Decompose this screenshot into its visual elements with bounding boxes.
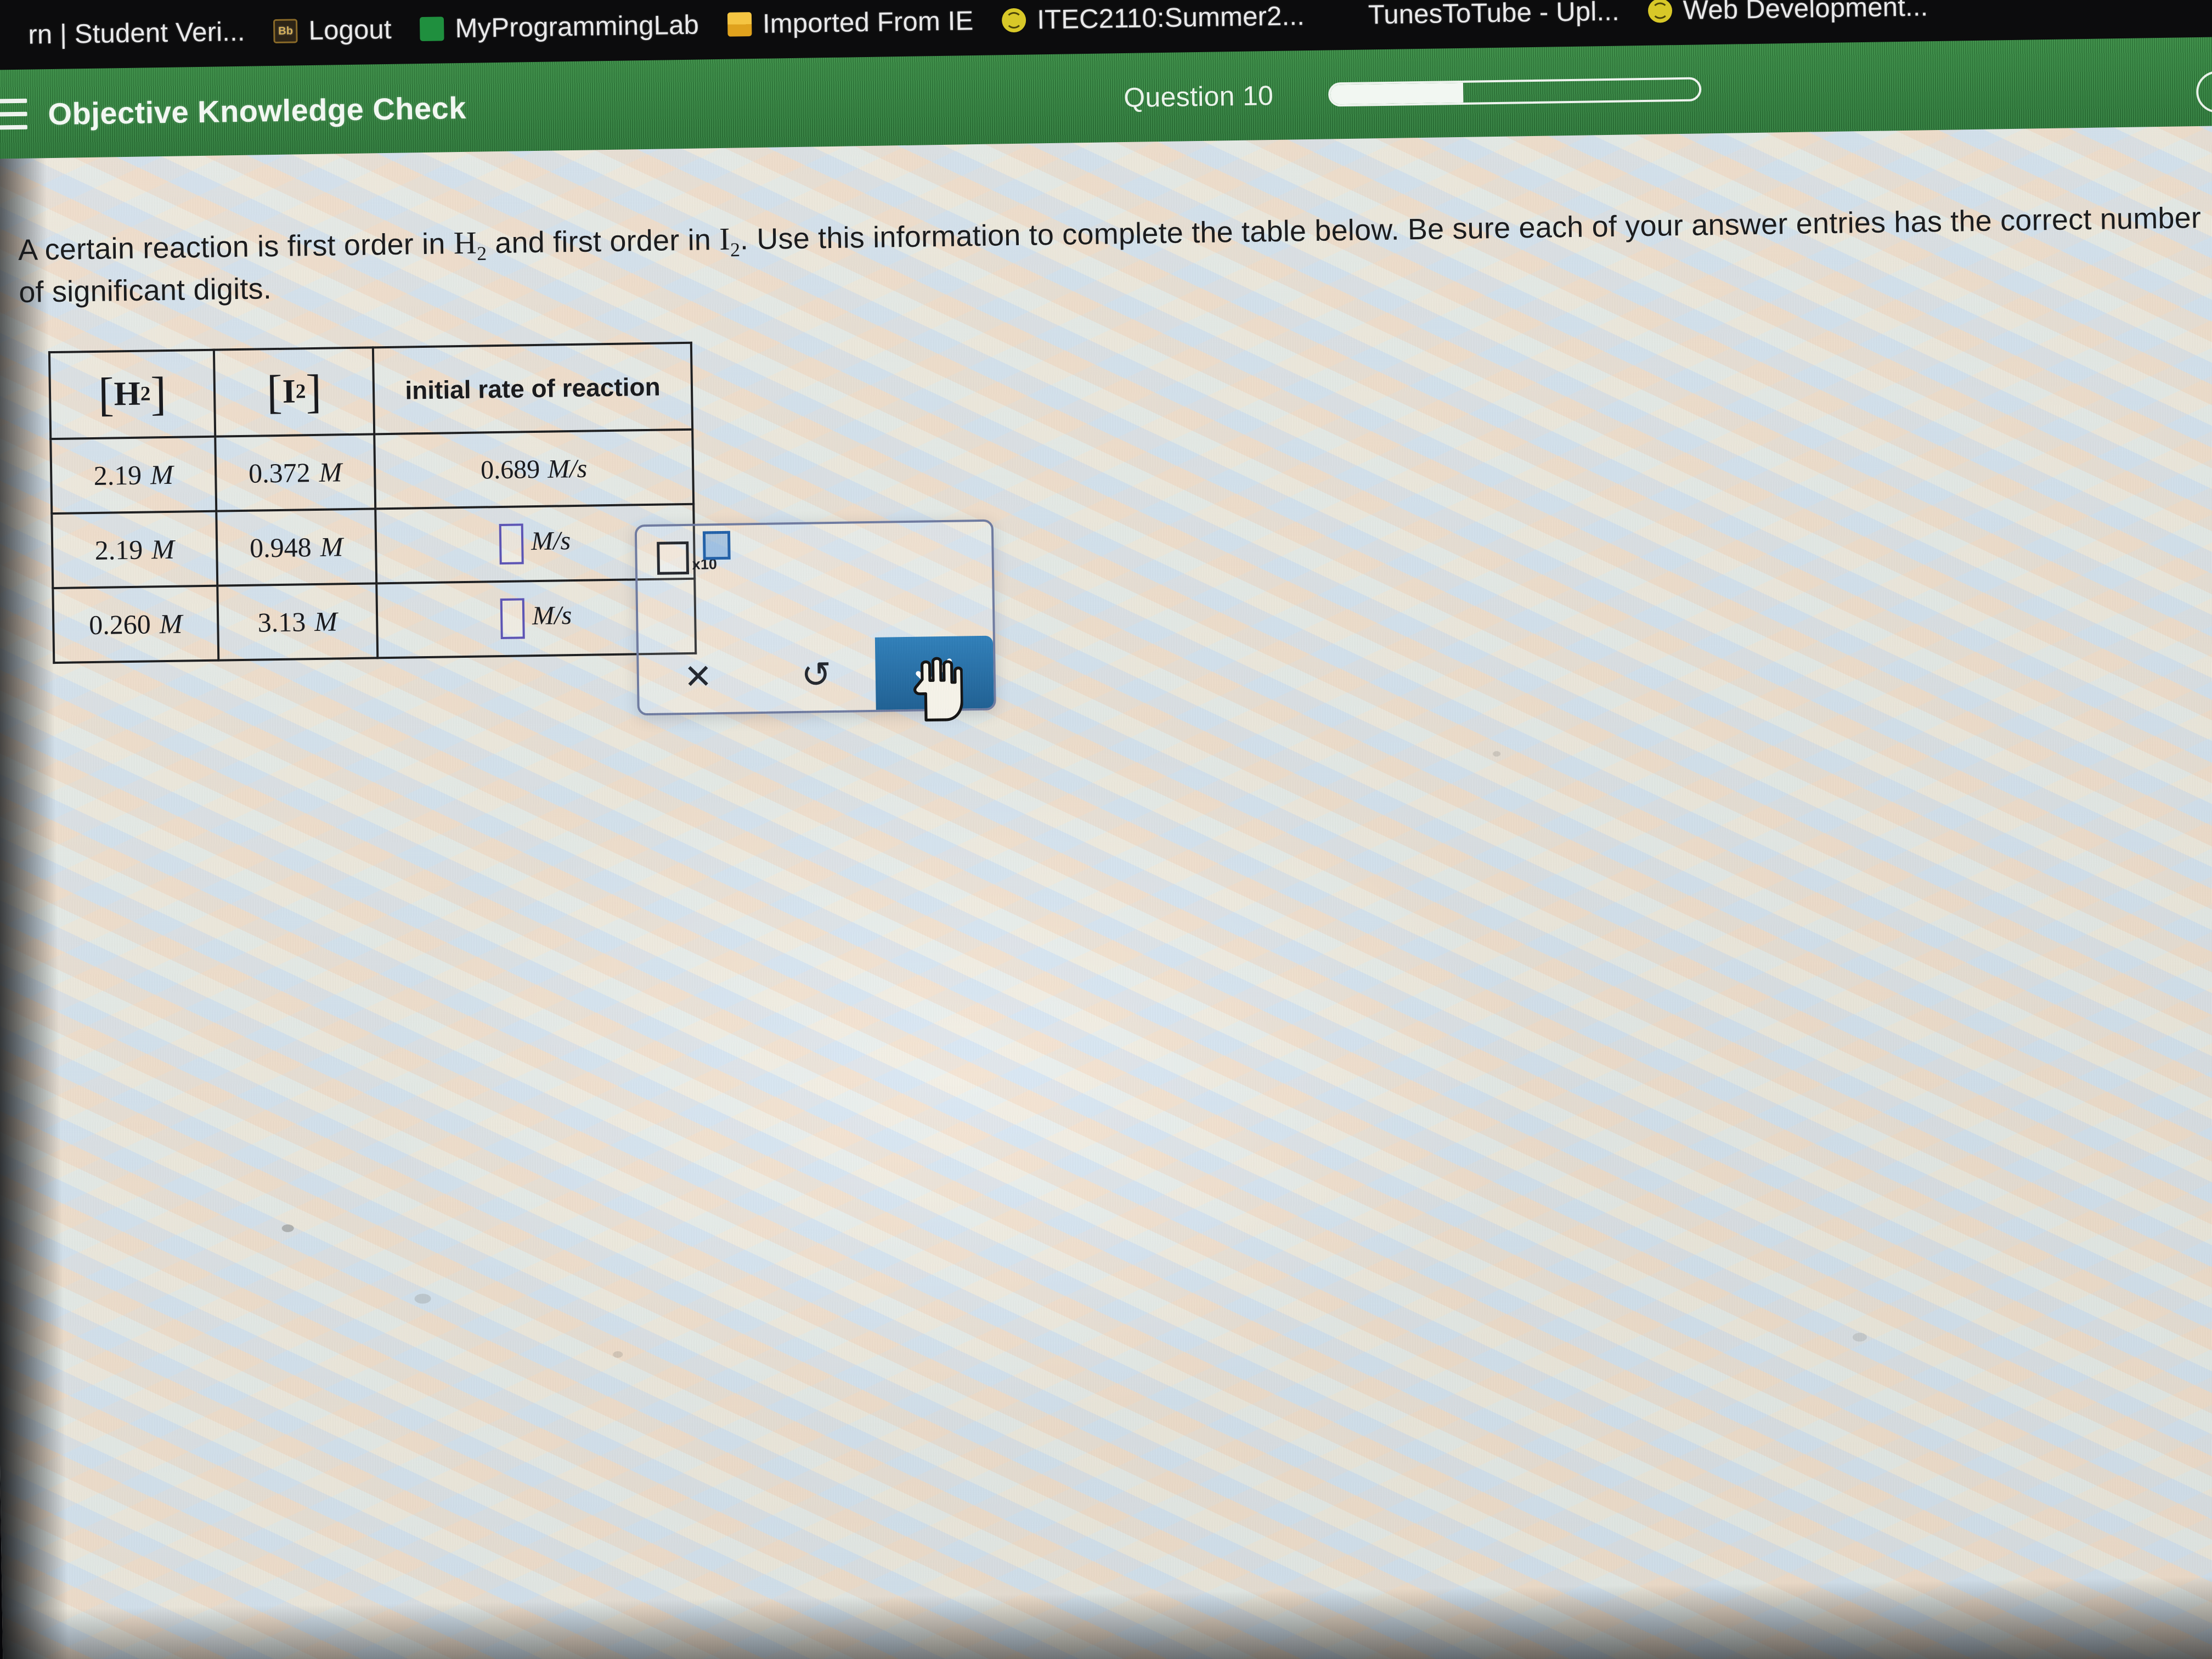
mpl-icon [420, 16, 445, 42]
bookmark-label: TunesToTube - Upl... [1368, 0, 1620, 30]
header-cell-h2-concentration: [H 2] [49, 349, 216, 439]
monitor-photo: rn | Student Veri... Bb Logout MyProgram… [0, 0, 2212, 1659]
page-title: Objective Knowledge Check [48, 90, 467, 131]
prompt-text-b: and first order in [486, 223, 720, 260]
bookmark-logout[interactable]: Bb Logout [259, 14, 406, 47]
blackboard-icon: Bb [273, 19, 298, 44]
bookmark-myprogramminglab[interactable]: MyProgrammingLab [405, 9, 713, 44]
exponent-input-box[interactable] [702, 531, 731, 560]
unit-label: M/s [547, 454, 588, 484]
concentration-value: 0.948 M [249, 531, 343, 563]
i2-subscript: 2 [295, 380, 306, 403]
user-account-button[interactable]: Ciapha [2196, 69, 2212, 114]
cell-i2-concentration: 0.948 M [216, 509, 377, 586]
bookmark-itec2110[interactable]: ITEC2110:Summer2... [988, 1, 1319, 36]
unit-label: M/s [532, 601, 572, 631]
globe-icon [1647, 0, 1673, 23]
table-header-row: [H 2] [I 2] initial rate of reaction [49, 342, 693, 439]
none-icon [0, 23, 18, 48]
question-page: A certain reaction is first order in H2 … [0, 125, 2212, 1659]
bracket-open: [ [266, 365, 283, 419]
h2-subscript: 2 [140, 382, 151, 406]
progress-bar-fill [1330, 82, 1464, 105]
bookmark-label: Logout [308, 14, 392, 46]
cell-h2-concentration: 2.19 M [52, 511, 218, 589]
unit-label: M [319, 456, 342, 488]
dust-speck [281, 1224, 294, 1233]
prompt-text-a: A certain reaction is first order in [18, 227, 454, 267]
table-body: 2.19 M 0.372 M 0.689 M/s 2.19 M 0.948 M M/s 0.260 M 3… [50, 429, 696, 663]
dust-speck [414, 1294, 431, 1304]
unit-label: M [314, 606, 338, 637]
scientific-notation-template: x10 [657, 531, 731, 575]
concentration-value: 3.13 M [257, 606, 338, 638]
clear-button[interactable]: ✕ [639, 639, 758, 713]
header-cell-i2-concentration: [I 2] [213, 347, 375, 437]
bracket-open: [ [98, 368, 115, 421]
bookmark-label: rn | Student Veri... [27, 16, 246, 50]
bookmark-label: MyProgrammingLab [455, 10, 699, 44]
concentration-value: 0.260 M [88, 608, 183, 641]
rate-answer-input[interactable] [500, 598, 525, 639]
table-row: 2.19 M 0.948 M M/s [52, 504, 695, 589]
dust-speck [613, 1351, 623, 1358]
mantissa-input-box[interactable] [657, 541, 690, 575]
cell-h2-concentration: 2.19 M [50, 436, 217, 514]
prompt-text-c: . Use this information to complete the t… [740, 202, 2092, 256]
header-cell-initial-rate: initial rate of reaction [373, 342, 693, 435]
cell-h2-concentration: 0.260 M [53, 585, 219, 663]
initial-rate-header-label: initial rate of reaction [405, 372, 661, 405]
table-row: 0.260 M 3.13 M M/s [53, 578, 696, 663]
cell-i2-concentration: 3.13 M [217, 583, 378, 661]
bookmark-label: ITEC2110:Summer2... [1036, 1, 1305, 35]
submit-check-button[interactable] [874, 635, 994, 710]
chem-formula-h2: H2 [453, 224, 487, 265]
rate-answer-input[interactable] [499, 523, 524, 565]
undo-button[interactable]: ↺ [757, 637, 876, 712]
bookmark-imported-from-ie[interactable]: Imported From IE [713, 5, 988, 40]
check-icon [916, 658, 952, 686]
ie-folder-icon [727, 12, 752, 37]
progress-bar [1328, 77, 1702, 107]
concentration-value: 2.19 M [93, 459, 174, 491]
none-icon [1333, 3, 1358, 28]
bookmark-label: Imported From IE [762, 6, 974, 39]
chem-formula-i2: I2 [719, 221, 741, 261]
hamburger-icon[interactable] [0, 98, 27, 130]
i2-symbol: I [282, 373, 296, 411]
rate-value: 0.689 M/s [480, 454, 588, 485]
screen-content: rn | Student Veri... Bb Logout MyProgram… [0, 0, 2212, 1659]
unit-label: M [151, 533, 175, 565]
dust-speck [1852, 1333, 1867, 1342]
table-row: 2.19 M 0.372 M 0.689 M/s [50, 429, 694, 514]
h2-symbol: H [114, 375, 141, 413]
bracket-close: ] [305, 365, 322, 418]
bookmark-label: Web Development... [1683, 0, 1928, 25]
unit-label: M [150, 459, 174, 490]
cell-i2-concentration: 0.372 M [215, 434, 376, 511]
concentration-value: 2.19 M [94, 533, 175, 566]
concentration-value: 0.372 M [248, 456, 342, 489]
unit-label: M [320, 531, 343, 562]
dust-speck [1493, 751, 1501, 757]
globe-icon [1002, 8, 1026, 33]
question-prompt: A certain reaction is first order in H2 … [18, 196, 2203, 312]
question-number-label: Question 10 [1123, 80, 1274, 114]
cell-initial-rate: 0.689 M/s [374, 429, 694, 509]
question-meta: Question 10 [1124, 73, 1702, 114]
unit-label: M [159, 608, 183, 640]
bracket-close: ] [150, 367, 167, 420]
bookmark-tunestotube[interactable]: TunesToTube - Upl... [1319, 0, 1634, 31]
bookmark-web-development[interactable]: Web Development... [1633, 0, 1942, 26]
reaction-data-table: [H 2] [I 2] initial rate of reaction 2.1… [48, 342, 697, 664]
unit-label: M/s [531, 526, 571, 556]
bookmark-student-verification[interactable]: rn | Student Veri... [0, 16, 259, 51]
popup-button-row: ✕ ↺ [639, 635, 994, 714]
scientific-notation-popup: x10 ✕ ↺ [634, 519, 996, 716]
